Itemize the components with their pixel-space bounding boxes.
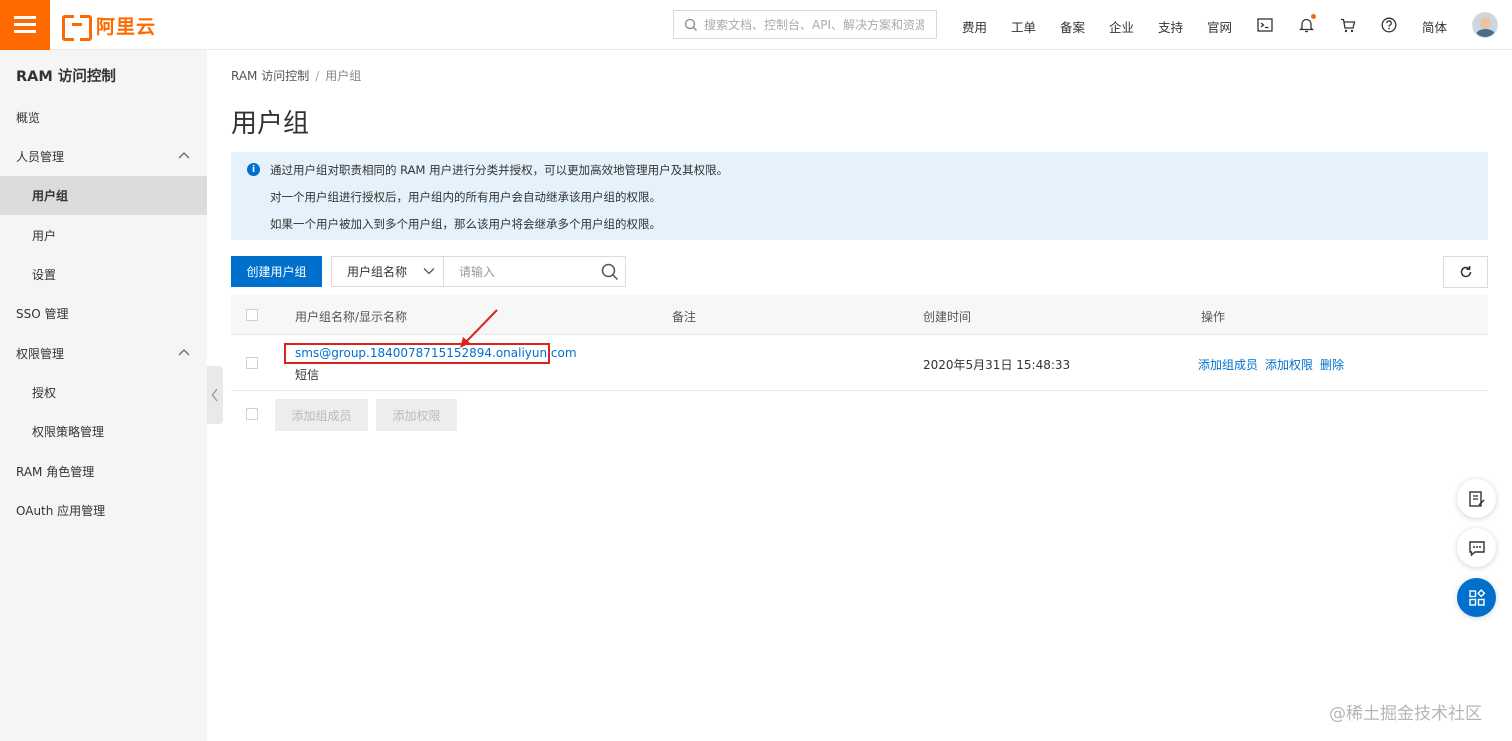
help-icon[interactable] (1379, 15, 1399, 35)
aliyun-logo-mark-icon (62, 15, 92, 41)
nav-official-site[interactable]: 官网 (1207, 17, 1232, 36)
chevron-up-icon (178, 152, 190, 159)
sidebar-item-label: OAuth 应用管理 (16, 504, 106, 518)
notice-line: 对一个用户组进行授权后，用户组内的所有用户会自动继承该用户组的权限。 (270, 190, 661, 204)
breadcrumb-root[interactable]: RAM 访问控制 (231, 69, 309, 83)
annotation-arrow-icon (460, 309, 498, 348)
sidebar-item-users[interactable]: 用户 (0, 216, 207, 255)
column-header-actions: 操作 (1201, 310, 1226, 324)
search-icon[interactable] (601, 263, 619, 281)
language-switch[interactable]: 简体 (1422, 17, 1447, 36)
apps-grid-icon (1468, 588, 1485, 606)
created-time: 2020年5月31日 15:48:33 (923, 358, 1071, 372)
refresh-icon (1460, 266, 1471, 278)
chat-icon (1468, 540, 1485, 557)
column-header-name: 用户组名称/显示名称 (295, 310, 408, 324)
notice-line: 如果一个用户被加入到多个用户组，那么该用户将会继承多个用户组的权限。 (270, 217, 661, 231)
nav-ticket[interactable]: 工单 (1011, 17, 1036, 36)
info-icon: i (247, 163, 260, 176)
column-header-created: 创建时间 (923, 310, 972, 324)
nav-enterprise[interactable]: 企业 (1109, 17, 1134, 36)
table-header: 用户组名称/显示名称 备注 创建时间 操作 (231, 295, 1488, 335)
refresh-button[interactable] (1443, 256, 1488, 288)
notes-fab[interactable] (1457, 479, 1496, 518)
global-search[interactable] (673, 10, 937, 39)
aliyun-logo[interactable]: 阿里云 (62, 13, 157, 41)
sidebar-title: RAM 访问控制 (16, 69, 116, 85)
notification-dot (1311, 14, 1316, 19)
batch-add-permission-button[interactable]: 添加权限 (376, 399, 457, 431)
delete-link[interactable]: 删除 (1320, 356, 1344, 373)
sidebar-item-label: 用户组 (32, 189, 69, 203)
sidebar-item-oauth[interactable]: OAuth 应用管理 (0, 491, 207, 530)
table-row: sms@group.1840078715152894.onaliyun.com … (231, 335, 1488, 391)
sidebar-item-label: SSO 管理 (16, 307, 69, 321)
breadcrumb-current: 用户组 (325, 69, 362, 83)
info-notice: i 通过用户组对职责相同的 RAM 用户进行分类并授权，可以更加高效地管理用户及… (231, 152, 1488, 240)
search-icon (684, 18, 697, 31)
chevron-down-icon (423, 268, 435, 275)
user-group-display-name: 短信 (295, 368, 320, 382)
bell-icon[interactable] (1296, 14, 1316, 35)
user-avatar[interactable] (1472, 12, 1498, 38)
global-search-input[interactable] (704, 17, 924, 32)
sidebar-item-label: 权限策略管理 (32, 425, 105, 439)
breadcrumb: RAM 访问控制 / 用户组 (231, 67, 361, 84)
terminal-icon[interactable] (1255, 15, 1275, 35)
sidebar-item-sso[interactable]: SSO 管理 (0, 294, 207, 333)
nav-icp[interactable]: 备案 (1060, 17, 1085, 36)
filter-search-input[interactable] (459, 264, 599, 279)
logo-text: 阿里云 (96, 15, 157, 38)
nav-billing[interactable]: 费用 (962, 17, 987, 36)
breadcrumb-separator: / (315, 69, 320, 83)
sidebar-item-label: 授权 (32, 386, 57, 400)
sidebar-item-roles[interactable]: RAM 角色管理 (0, 452, 207, 491)
page-title: 用户组 (231, 109, 310, 139)
top-navigation-bar: 阿里云 费用 工单 备案 企业 支持 官网 简体 (0, 0, 1512, 50)
cart-icon[interactable] (1338, 15, 1358, 35)
sidebar-group-identities[interactable]: 人员管理 (0, 137, 207, 176)
create-user-group-button[interactable]: 创建用户组 (231, 256, 322, 287)
sidebar-item-grants[interactable]: 授权 (0, 373, 207, 412)
select-all-checkbox[interactable] (246, 309, 258, 321)
user-group-name-link[interactable]: sms@group.1840078715152894.onaliyun.com (295, 346, 577, 360)
column-header-remark: 备注 (672, 310, 697, 324)
document-edit-icon (1468, 490, 1485, 507)
apps-fab[interactable] (1457, 578, 1496, 617)
chevron-up-icon (178, 349, 190, 356)
sidebar-item-label: 概览 (16, 111, 41, 125)
filter-search-box[interactable] (443, 256, 626, 287)
chevron-left-icon (211, 388, 218, 402)
sidebar-item-overview[interactable]: 概览 (0, 98, 207, 137)
nav-support[interactable]: 支持 (1158, 17, 1183, 36)
sidebar-collapse-toggle[interactable] (207, 366, 223, 424)
batch-add-members-button[interactable]: 添加组成员 (275, 399, 368, 431)
sidebar-item-policies[interactable]: 权限策略管理 (0, 412, 207, 451)
chat-fab[interactable] (1457, 528, 1496, 567)
sidebar-item-label: 用户 (32, 229, 57, 243)
row-checkbox[interactable] (246, 357, 258, 369)
sidebar-item-user-groups[interactable]: 用户组 (0, 176, 207, 215)
filter-field-value: 用户组名称 (347, 265, 408, 279)
filter-field-select[interactable]: 用户组名称 (331, 256, 444, 287)
sidebar-group-permissions[interactable]: 权限管理 (0, 334, 207, 373)
add-permission-link[interactable]: 添加权限 (1265, 356, 1313, 373)
sidebar-item-label: RAM 角色管理 (16, 465, 95, 479)
notice-line: 通过用户组对职责相同的 RAM 用户进行分类并授权，可以更加高效地管理用户及其权… (270, 163, 729, 177)
hamburger-menu-icon[interactable] (0, 0, 50, 50)
watermark: @稀土掘金技术社区 (1329, 704, 1482, 724)
batch-select-checkbox[interactable] (246, 408, 258, 420)
add-members-link[interactable]: 添加组成员 (1198, 356, 1258, 373)
sidebar: RAM 访问控制 概览 人员管理 用户组 用户 设置 SSO 管理 权限管理 授… (0, 50, 207, 741)
sidebar-item-settings[interactable]: 设置 (0, 255, 207, 294)
sidebar-item-label: 权限管理 (16, 347, 65, 361)
sidebar-item-label: 人员管理 (16, 150, 65, 164)
sidebar-item-label: 设置 (32, 268, 57, 282)
